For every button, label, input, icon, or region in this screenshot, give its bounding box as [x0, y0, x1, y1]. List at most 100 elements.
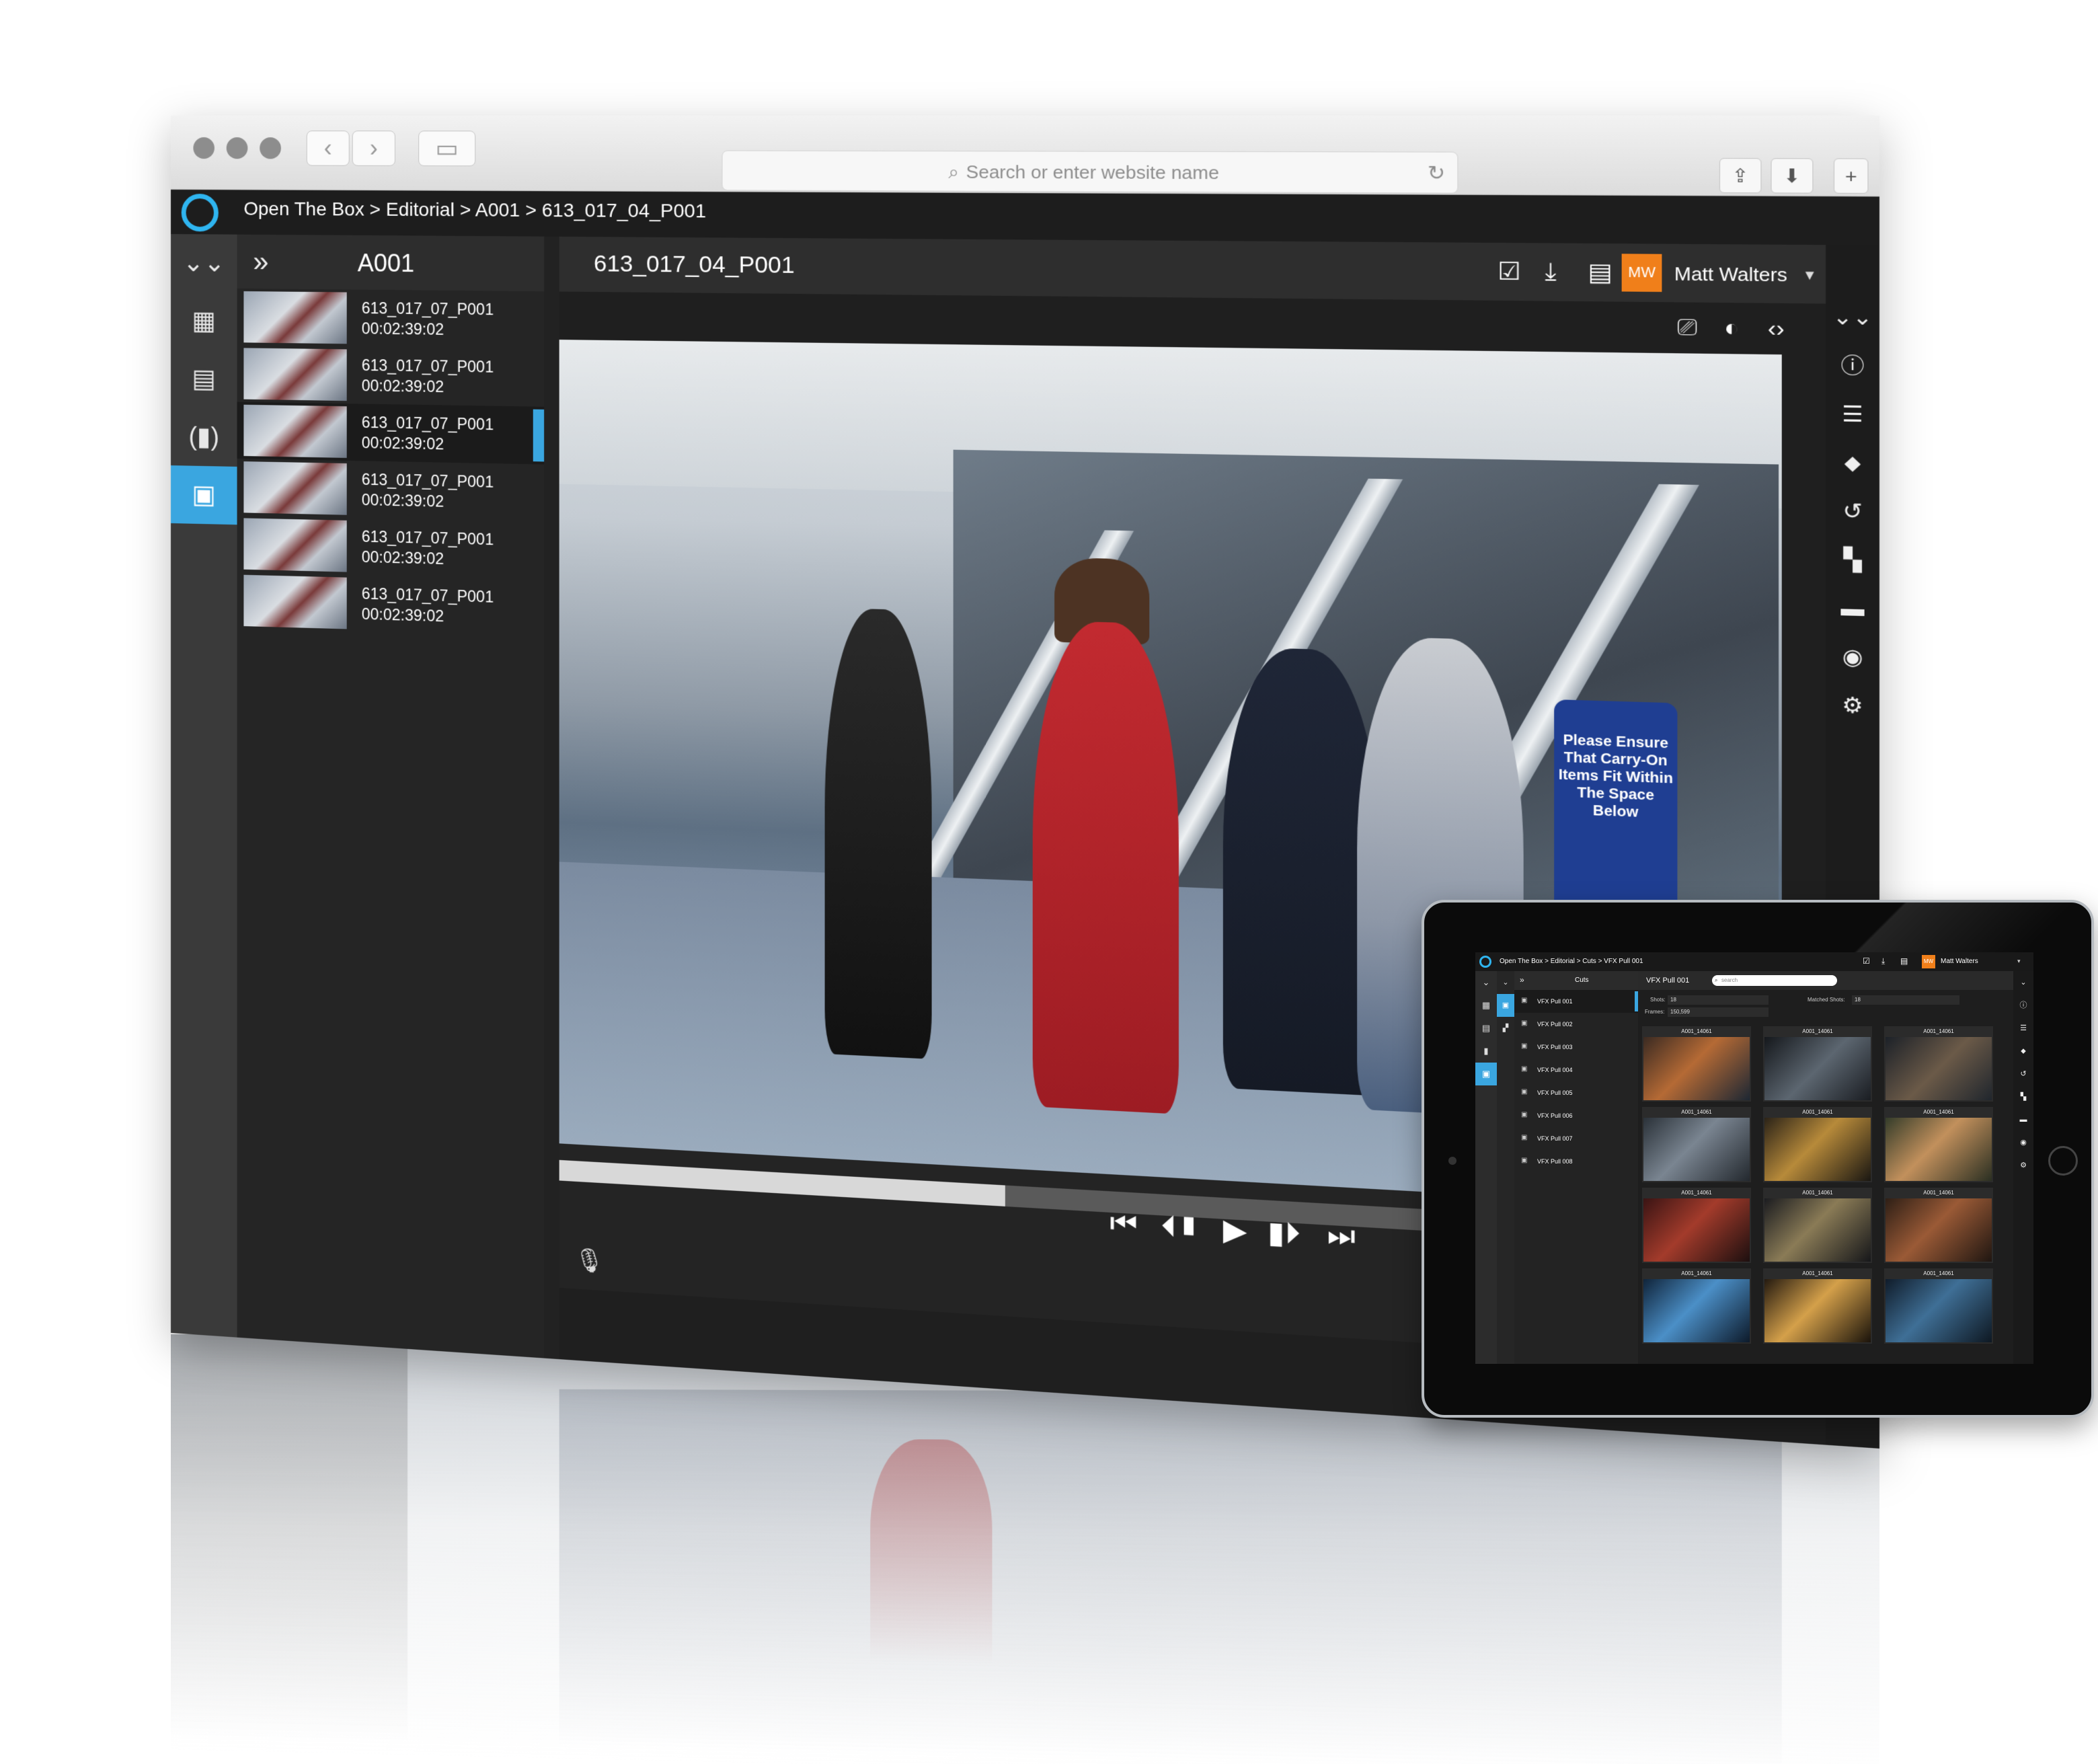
approve-icon[interactable]: ☑: [1863, 956, 1870, 966]
expand-icon[interactable]: »: [253, 245, 268, 278]
clip-item[interactable]: 613_017_07_P001 00:02:39:02: [237, 459, 545, 522]
microphone-icon[interactable]: 🎙: [574, 1246, 604, 1276]
shot-thumbnail-card[interactable]: A001_14061: [1642, 1107, 1751, 1182]
shot-thumbnail-card[interactable]: A001_14061: [1642, 1188, 1751, 1263]
gear-icon[interactable]: ⚙: [1826, 681, 1879, 732]
play-icon[interactable]: ▶: [1223, 1212, 1247, 1248]
cut-item[interactable]: ▣ VFX Pull 005: [1514, 1081, 1638, 1104]
window-minimize-button[interactable]: [226, 137, 248, 159]
tag-icon[interactable]: ⬥: [2013, 1040, 2033, 1063]
shot-thumbnail-card[interactable]: A001_14061: [1884, 1268, 1993, 1344]
chevron-down-icon[interactable]: ▾: [2017, 958, 2021, 965]
collapse-icon[interactable]: ⌄: [1497, 971, 1514, 994]
cut-item-selected[interactable]: ▣ VFX Pull 001: [1514, 990, 1638, 1013]
clips-icon[interactable]: ▦: [171, 292, 237, 350]
clip-item-selected[interactable]: 613_017_07_P001 00:02:39:02: [237, 401, 545, 465]
reload-icon[interactable]: ↻: [1428, 153, 1445, 194]
shot-thumbnail-card[interactable]: A001_14061: [1884, 1026, 1993, 1102]
reports-icon[interactable]: ▤: [1475, 1017, 1497, 1040]
cut-item[interactable]: ▣ VFX Pull 003: [1514, 1036, 1638, 1059]
user-name[interactable]: Matt Walters: [1941, 958, 1978, 965]
download-icon[interactable]: ⤓: [1881, 956, 1885, 966]
info-icon[interactable]: ⓘ: [2013, 994, 2033, 1017]
next-frame-icon[interactable]: ▮⏵: [1268, 1215, 1300, 1252]
skip-end-icon[interactable]: ⏭: [1327, 1218, 1356, 1255]
cut-item[interactable]: ▣ VFX Pull 006: [1514, 1104, 1638, 1127]
clip-item[interactable]: 613_017_07_P001 00:02:39:02: [237, 345, 545, 407]
clip-item[interactable]: 613_017_07_P001 00:02:39:02: [237, 515, 545, 580]
target-icon[interactable]: ◉: [1826, 633, 1879, 683]
chevron-down-icon[interactable]: ▾: [1805, 266, 1814, 284]
shot-thumbnail-card[interactable]: A001_14061: [1884, 1107, 1993, 1182]
downloads-icon[interactable]: ⬇: [1771, 158, 1814, 194]
audio-icon[interactable]: ▮: [1475, 1040, 1497, 1063]
cuts-icon[interactable]: ▣: [1497, 994, 1514, 1017]
shot-thumbnail-card[interactable]: A001_14061: [1642, 1268, 1751, 1344]
annotate-icon[interactable]: ⎚: [1677, 314, 1697, 342]
tablet-breadcrumb[interactable]: Open The Box > Editorial > Cuts > VFX Pu…: [1500, 958, 1643, 965]
shot-thumbnail-card[interactable]: A001_14061: [1642, 1026, 1751, 1102]
list-icon[interactable]: ▤: [1900, 956, 1908, 966]
cut-item[interactable]: ▣ VFX Pull 008: [1514, 1150, 1638, 1173]
skip-start-icon[interactable]: ⏮: [1110, 1205, 1137, 1241]
collapse-panel-icon[interactable]: ⌄: [2013, 971, 2033, 994]
logo-icon[interactable]: [181, 194, 219, 232]
layout-icon[interactable]: ▚: [1826, 536, 1879, 586]
back-button[interactable]: ‹: [306, 130, 350, 166]
avatar[interactable]: MW: [1621, 254, 1662, 293]
target-icon[interactable]: ◉: [2013, 1131, 2033, 1154]
previous-frame-icon[interactable]: ⏴▮: [1161, 1209, 1202, 1245]
avatar[interactable]: MW: [1922, 955, 1935, 968]
comment-icon[interactable]: ▬: [1826, 584, 1879, 634]
cut-item[interactable]: ▣ VFX Pull 007: [1514, 1127, 1638, 1150]
sidebar-toggle-button[interactable]: ▭: [418, 130, 476, 167]
list-icon[interactable]: ▤: [1588, 258, 1613, 286]
clip-thumbnail: [243, 348, 347, 401]
user-name[interactable]: Matt Walters: [1674, 263, 1787, 286]
gear-icon[interactable]: ⚙: [2013, 1154, 2033, 1177]
new-tab-icon[interactable]: +: [1833, 158, 1869, 194]
shot-image: [1886, 1279, 1992, 1342]
shots-icon[interactable]: ▞: [1497, 1017, 1514, 1040]
vfx-icon[interactable]: ▣: [1475, 1063, 1497, 1085]
shot-thumbnail-card[interactable]: A001_14061: [1763, 1188, 1872, 1263]
search-placeholder: search: [1721, 977, 1738, 983]
cut-item[interactable]: ▣ VFX Pull 004: [1514, 1059, 1638, 1081]
share-icon[interactable]: ⇪: [1719, 157, 1762, 194]
reports-icon[interactable]: ▤: [171, 350, 237, 409]
comment-icon[interactable]: ▬: [2013, 1108, 2033, 1131]
code-icon[interactable]: ‹›: [1768, 315, 1785, 342]
list-icon[interactable]: ☰: [2013, 1017, 2033, 1040]
tablet-home-button[interactable]: [2048, 1146, 2078, 1176]
info-icon[interactable]: ⓘ: [1826, 342, 1879, 391]
forward-button[interactable]: ›: [352, 130, 395, 166]
collapse-nav-icon[interactable]: ⌄: [1475, 971, 1497, 994]
tag-icon[interactable]: ⬥: [1826, 438, 1879, 488]
clip-item[interactable]: 613_017_07_P001 00:02:39:02: [237, 289, 545, 349]
compass-icon[interactable]: ◐: [1724, 314, 1739, 341]
expand-icon[interactable]: »: [1520, 975, 1524, 985]
shot-thumbnail-card[interactable]: A001_14061: [1763, 1107, 1872, 1182]
clip-item[interactable]: 613_017_07_P001 00:02:39:02: [237, 572, 545, 637]
history-icon[interactable]: ↺: [1826, 488, 1879, 537]
cut-item[interactable]: ▣ VFX Pull 002: [1514, 1013, 1638, 1036]
collapse-panel-icon[interactable]: ⌄⌄: [1826, 293, 1879, 342]
search-input[interactable]: ⌕ search: [1712, 975, 1837, 986]
breadcrumb[interactable]: Open The Box > Editorial > A001 > 613_01…: [243, 198, 706, 222]
logo-icon[interactable]: [1479, 956, 1491, 968]
download-icon[interactable]: ⤓: [1545, 258, 1556, 286]
shot-thumbnail-card[interactable]: A001_14061: [1763, 1026, 1872, 1102]
window-close-button[interactable]: [193, 137, 215, 159]
shot-thumbnail-card[interactable]: A001_14061: [1884, 1188, 1993, 1263]
address-bar[interactable]: ⌕ Search or enter website name ↻: [722, 150, 1459, 194]
clips-icon[interactable]: ▦: [1475, 994, 1497, 1017]
shot-thumbnail-card[interactable]: A001_14061: [1763, 1268, 1872, 1344]
approve-icon[interactable]: ☑: [1498, 257, 1521, 286]
audio-icon[interactable]: (▮): [171, 408, 237, 467]
collapse-nav-icon[interactable]: ⌄⌄: [171, 234, 237, 293]
vfx-icon[interactable]: ▣: [171, 465, 237, 525]
layout-icon[interactable]: ▚: [2013, 1085, 2033, 1108]
history-icon[interactable]: ↺: [2013, 1063, 2033, 1085]
list-icon[interactable]: ☰: [1826, 390, 1879, 439]
window-zoom-button[interactable]: [260, 137, 281, 159]
